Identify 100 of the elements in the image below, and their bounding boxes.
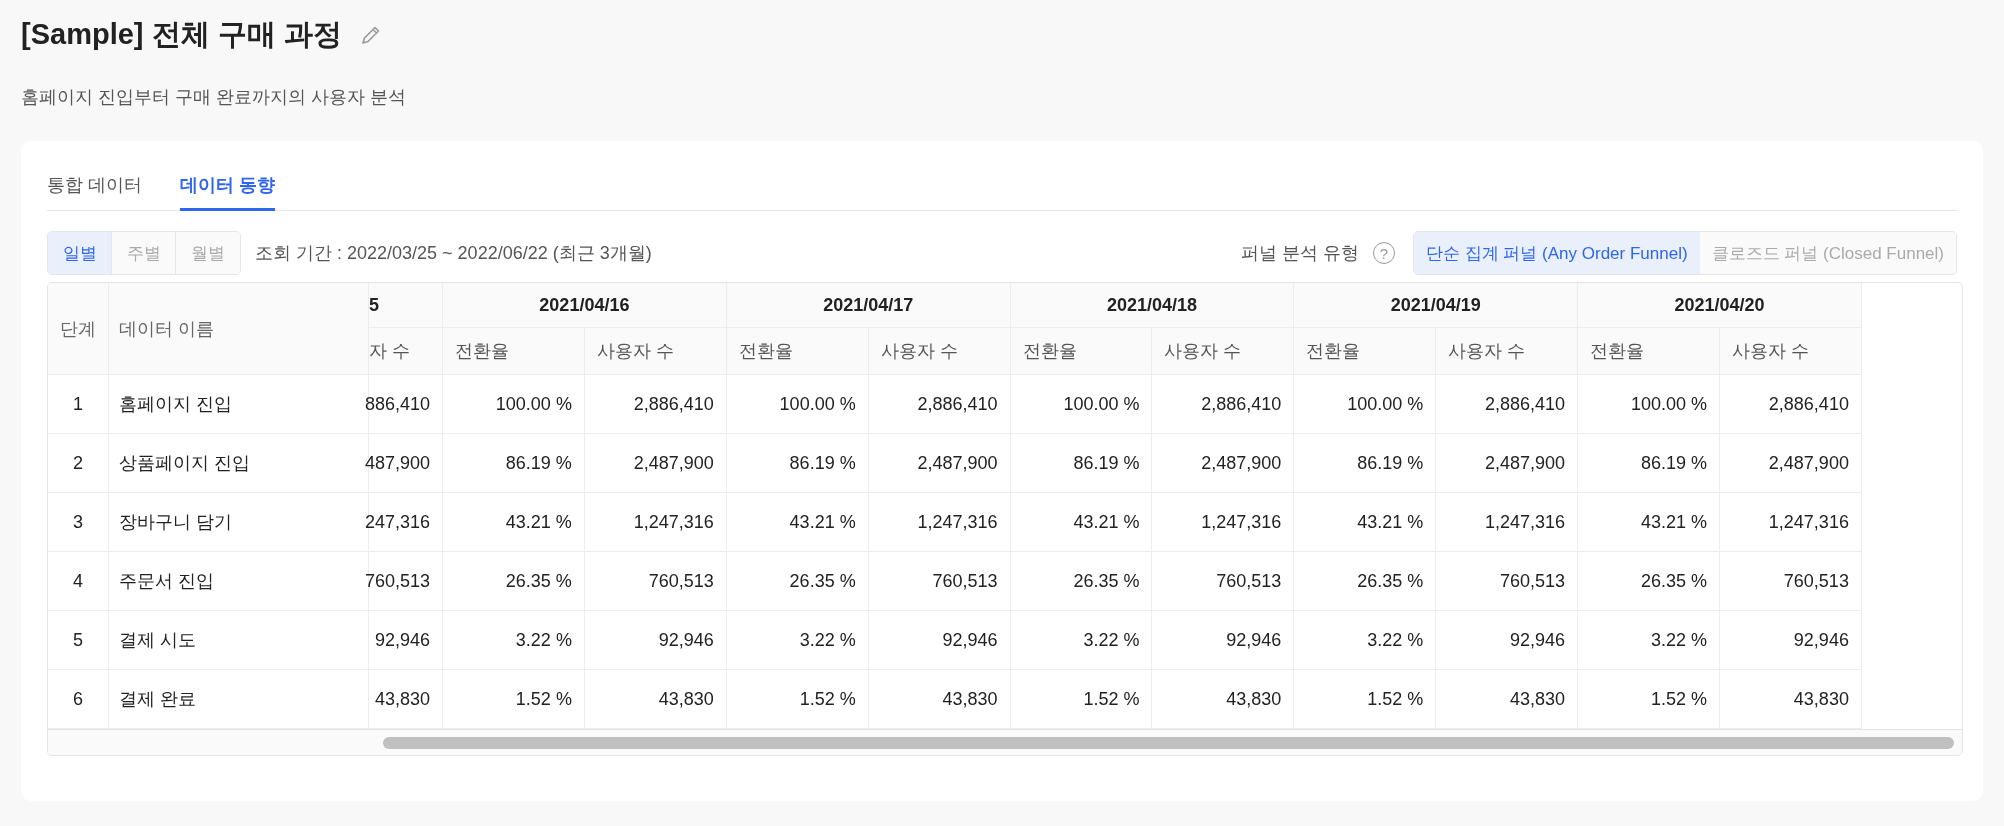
funnel-type-label: 퍼널 분석 유형 xyxy=(1240,242,1359,265)
table-cell: 43,830 xyxy=(1152,670,1295,729)
table-cell: 2 xyxy=(48,434,109,493)
table-cell: 2,487,900 xyxy=(868,434,1011,493)
table-cell: 43,830 xyxy=(369,670,443,729)
table-cell: 2,886,410 xyxy=(1720,375,1862,434)
table-cell: 2,886,410 xyxy=(584,375,727,434)
date-header: 2021/04/20 xyxy=(1578,283,1862,328)
date-header: 2021/04/19 xyxy=(1294,283,1579,328)
table-cell: 1,247,316 xyxy=(868,493,1011,552)
column-header: 자 수 xyxy=(369,328,443,375)
table-cell: 2,886,410 xyxy=(1152,375,1295,434)
table-cell: 86.19 % xyxy=(443,434,585,493)
table-cell: 5 xyxy=(48,611,109,670)
column-header: 전환율 xyxy=(726,328,869,375)
table-cell: 3.22 % xyxy=(1578,611,1720,670)
table-cell: 86.19 % xyxy=(1578,434,1720,493)
table-cell: 2,487,900 xyxy=(1720,434,1862,493)
table-cell: 86.19 % xyxy=(1010,434,1153,493)
date-header: 2021/04/18 xyxy=(1010,283,1295,328)
table-cell: 92,946 xyxy=(369,611,443,670)
column-header: 전환율 xyxy=(1294,328,1437,375)
table-cell: 6 xyxy=(48,670,109,729)
column-header: 사용자 수 xyxy=(1720,328,1862,375)
column-header: 사용자 수 xyxy=(1436,328,1579,375)
table-cell: 760,513 xyxy=(1152,552,1295,611)
table-cell: 1 xyxy=(48,375,109,434)
period-button[interactable]: 일별 xyxy=(48,232,112,274)
table-cell: 1.52 % xyxy=(443,670,585,729)
page-description: 홈페이지 진입부터 구매 완료까지의 사용자 분석 xyxy=(21,86,407,109)
period-button[interactable]: 주별 xyxy=(112,232,176,274)
table-cell: 1.52 % xyxy=(1010,670,1153,729)
table-cell: 43,830 xyxy=(1720,670,1862,729)
column-header: 데이터 이름 xyxy=(109,283,369,375)
table-cell: 26.35 % xyxy=(726,552,869,611)
column-header: 사용자 수 xyxy=(584,328,727,375)
period-text: 조회 기간 : 2022/03/25 ~ 2022/06/22 (최근 3개월) xyxy=(255,242,652,265)
column-header: 사용자 수 xyxy=(868,328,1011,375)
table-cell: 2,487,900 xyxy=(584,434,727,493)
table-cell: 43,830 xyxy=(1436,670,1579,729)
table-cell: 760,513 xyxy=(584,552,727,611)
table-cell: 26.35 % xyxy=(1294,552,1437,611)
table-cell: 결제 시도 xyxy=(109,611,369,670)
table-cell: 3 xyxy=(48,493,109,552)
table-cell: 2,886,410 xyxy=(1436,375,1579,434)
table-cell: 26.35 % xyxy=(443,552,585,611)
table-cell: 100.00 % xyxy=(1578,375,1720,434)
date-header: 2021/04/16 xyxy=(443,283,727,328)
tab[interactable]: 통합 데이터 xyxy=(47,163,142,211)
table-cell: 92,946 xyxy=(1436,611,1579,670)
table-cell: 43.21 % xyxy=(1578,493,1720,552)
table-cell: 92,946 xyxy=(1152,611,1295,670)
table-cell: 1,247,316 xyxy=(1436,493,1579,552)
table-cell: 43.21 % xyxy=(1294,493,1437,552)
table-cell: 3.22 % xyxy=(443,611,585,670)
table-cell: 3.22 % xyxy=(726,611,869,670)
table-cell: 760,513 xyxy=(868,552,1011,611)
table-cell: 100.00 % xyxy=(1294,375,1437,434)
column-header: 사용자 수 xyxy=(1152,328,1295,375)
table-cell: 1.52 % xyxy=(1578,670,1720,729)
table-cell: 92,946 xyxy=(868,611,1011,670)
table-cell: 92,946 xyxy=(584,611,727,670)
table-cell: 86.19 % xyxy=(726,434,869,493)
table-cell: 1.52 % xyxy=(726,670,869,729)
date-header: 2021/04/17 xyxy=(726,283,1011,328)
table-cell: 2,487,900 xyxy=(1436,434,1579,493)
column-header: 전환율 xyxy=(1578,328,1720,375)
date-header: 5 xyxy=(369,283,443,328)
table-cell: 100.00 % xyxy=(443,375,585,434)
table-cell: 92,946 xyxy=(1720,611,1862,670)
table-cell: 43.21 % xyxy=(1010,493,1153,552)
table-cell: 2,487,900 xyxy=(1152,434,1295,493)
table-cell: 3.22 % xyxy=(1010,611,1153,670)
table-cell: 결제 완료 xyxy=(109,670,369,729)
table-cell: 4 xyxy=(48,552,109,611)
scrollbar-thumb[interactable] xyxy=(383,736,1954,749)
table-cell: 1,247,316 xyxy=(1720,493,1862,552)
table-cell: 760,513 xyxy=(1436,552,1579,611)
table-cell: 1,247,316 xyxy=(584,493,727,552)
table-cell: 43,830 xyxy=(584,670,727,729)
period-button[interactable]: 월별 xyxy=(176,232,240,274)
table-cell: 86.19 % xyxy=(1294,434,1437,493)
funnel-type-button[interactable]: 클로즈드 퍼널 (Closed Funnel) xyxy=(1699,232,1956,274)
table-cell: 26.35 % xyxy=(1578,552,1720,611)
table-cell: 100.00 % xyxy=(726,375,869,434)
table-cell: 26.35 % xyxy=(1010,552,1153,611)
column-header: 전환율 xyxy=(1010,328,1153,375)
table-cell: 43.21 % xyxy=(443,493,585,552)
funnel-type-button[interactable]: 단순 집계 퍼널 (Any Order Funnel) xyxy=(1413,232,1700,274)
tab[interactable]: 데이터 동향 xyxy=(180,163,276,211)
table-cell: 760,513 xyxy=(1720,552,1862,611)
table-cell: 1,247,316 xyxy=(1152,493,1295,552)
table-cell: 3.22 % xyxy=(1294,611,1437,670)
page-title: [Sample] 전체 구매 과정 xyxy=(21,17,342,52)
table-cell: 43,830 xyxy=(868,670,1011,729)
table-cell: 43.21 % xyxy=(726,493,869,552)
column-header: 단계 xyxy=(48,283,109,375)
edit-icon[interactable] xyxy=(359,24,382,46)
column-header: 전환율 xyxy=(443,328,585,375)
table-cell: 2,886,410 xyxy=(868,375,1011,434)
